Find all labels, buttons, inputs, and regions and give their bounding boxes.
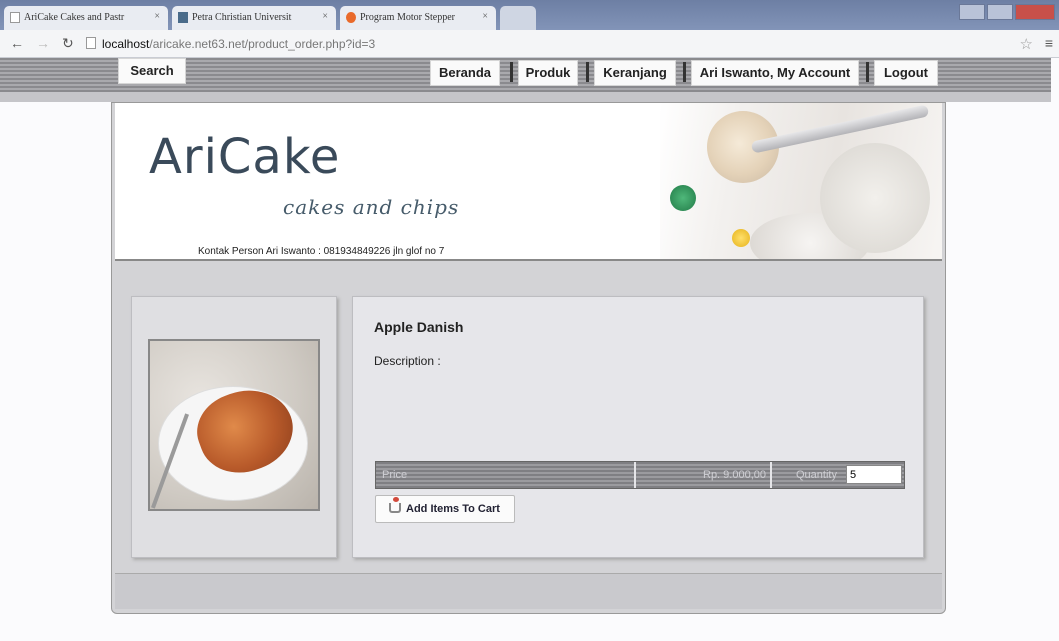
tab-title: Petra Christian Universit: [192, 12, 292, 23]
nav-divider: [510, 62, 513, 82]
add-to-cart-label: Add Items To Cart: [406, 503, 500, 515]
browser-tab-aricake[interactable]: AriCake Cakes and Pastr ×: [4, 6, 168, 30]
spoon-shape: [750, 104, 930, 154]
nav-item-produk[interactable]: Produk: [518, 60, 578, 86]
product-description-label: Description :: [374, 354, 441, 368]
header-cake-image: [660, 103, 942, 259]
nav-item-logout[interactable]: Logout: [874, 60, 938, 86]
address-bar-row: ← → ↻ localhost/aricake.net63.net/produc…: [0, 30, 1059, 58]
yellow-candy-shape: [732, 229, 750, 247]
page-icon: [10, 12, 20, 23]
url-host: localhost: [102, 37, 150, 51]
quantity-input[interactable]: [846, 465, 902, 484]
nav-item-my-account[interactable]: Ari Iswanto, My Account: [691, 60, 859, 86]
page-icon: [86, 37, 96, 49]
price-value: Rp. 9.000,00: [703, 469, 766, 481]
price-divider: [634, 462, 636, 488]
product-info-panel: Apple Danish Description : Price Rp. 9.0…: [352, 296, 924, 558]
price-label: Price: [382, 469, 408, 481]
site-logo[interactable]: AriCake: [149, 129, 340, 185]
product-photo: [148, 339, 320, 511]
nav-divider: [586, 62, 589, 82]
new-tab-button[interactable]: [500, 6, 536, 30]
nav-divider: [866, 62, 869, 82]
nav-item-beranda[interactable]: Beranda: [430, 60, 500, 86]
url-path: /aricake.net63.net/product_order.php?id=…: [149, 37, 376, 51]
maximize-button[interactable]: [987, 4, 1013, 20]
bookmark-star-icon[interactable]: ☆: [1020, 35, 1033, 53]
site-nav-bar: Search Beranda Produk Keranjang Ari Iswa…: [0, 58, 1051, 102]
cart-icon: [389, 497, 401, 513]
back-icon[interactable]: ←: [10, 35, 24, 51]
price-quantity-bar: Price Rp. 9.000,00 Quantity: [375, 461, 905, 489]
nav-item-keranjang[interactable]: Keranjang: [594, 60, 676, 86]
product-image-panel: [131, 296, 337, 558]
window-controls: [957, 4, 1055, 22]
window-close-button[interactable]: [1015, 4, 1055, 20]
browser-tab-petra[interactable]: Petra Christian Universit ×: [172, 6, 336, 30]
contact-info: Kontak Person Ari Iswanto : 081934849226…: [198, 246, 445, 257]
blogger-icon: [346, 12, 356, 23]
quantity-label: Quantity: [796, 469, 837, 481]
price-divider: [770, 462, 772, 488]
site-tagline: cakes and chips: [283, 195, 460, 219]
close-icon[interactable]: ×: [154, 11, 160, 22]
product-name: Apple Danish: [374, 319, 464, 335]
green-candy-shape: [670, 185, 696, 211]
close-icon[interactable]: ×: [482, 11, 488, 22]
nav-bar-stripe: [0, 92, 1051, 102]
cupcake-shape: [820, 143, 930, 253]
tab-title: AriCake Cakes and Pastr: [24, 12, 125, 23]
site-icon: [178, 12, 188, 23]
url-field[interactable]: localhost/aricake.net63.net/product_orde…: [84, 34, 1014, 54]
browser-tab-strip: AriCake Cakes and Pastr × Petra Christia…: [0, 0, 1059, 30]
reload-icon[interactable]: ↻: [62, 35, 74, 52]
search-button[interactable]: Search: [118, 58, 186, 84]
minimize-button[interactable]: [959, 4, 985, 20]
page-container: AriCake cakes and chips Kontak Person Ar…: [111, 102, 946, 614]
site-header: AriCake cakes and chips Kontak Person Ar…: [115, 103, 942, 261]
forward-icon[interactable]: →: [36, 35, 50, 51]
close-icon[interactable]: ×: [322, 11, 328, 22]
menu-icon[interactable]: ≡: [1045, 35, 1053, 51]
nav-divider: [683, 62, 686, 82]
browser-tab-blogger[interactable]: Program Motor Stepper ×: [340, 6, 496, 30]
page-footer: [115, 573, 942, 609]
add-to-cart-button[interactable]: Add Items To Cart: [375, 495, 515, 523]
tab-title: Program Motor Stepper: [360, 12, 455, 23]
